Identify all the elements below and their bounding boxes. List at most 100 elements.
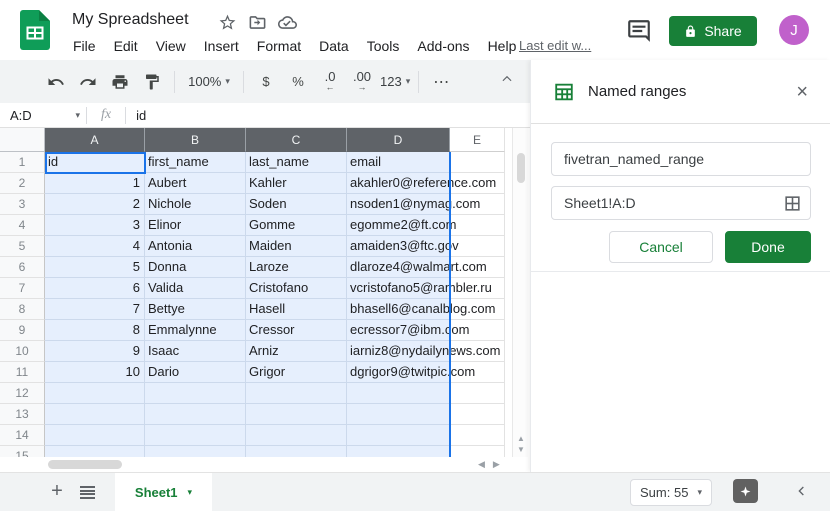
cell-D6[interactable]: dlaroze4@walmart.com [347, 257, 450, 278]
cell-D1[interactable]: email [347, 152, 450, 173]
redo-button[interactable] [74, 68, 102, 96]
cell-D15[interactable] [347, 446, 450, 457]
cell-D13[interactable] [347, 404, 450, 425]
range-name-input[interactable] [551, 142, 811, 176]
collapse-toolbar-button[interactable] [500, 72, 520, 92]
share-button[interactable]: Share [669, 16, 757, 46]
row-header-9[interactable]: 9 [0, 320, 45, 341]
star-icon[interactable] [218, 13, 237, 32]
sum-summary-button[interactable]: Sum: 55 ▾ [630, 479, 712, 506]
explore-button[interactable] [733, 479, 758, 503]
cell-E12[interactable] [450, 383, 505, 404]
range-reference-input[interactable] [551, 186, 811, 220]
menu-format[interactable]: Format [248, 36, 310, 56]
cell-C9[interactable]: Cressor [246, 320, 347, 341]
cell-C6[interactable]: Laroze [246, 257, 347, 278]
number-format-button[interactable]: 123▾ [380, 68, 410, 96]
row-header-7[interactable]: 7 [0, 278, 45, 299]
cell-C14[interactable] [246, 425, 347, 446]
vertical-scrollbar-thumb[interactable] [517, 153, 525, 183]
cell-B10[interactable]: Isaac [145, 341, 246, 362]
cell-C10[interactable]: Arniz [246, 341, 347, 362]
select-data-range-button[interactable] [783, 194, 803, 214]
cell-D11[interactable]: dgrigor9@twitpic.com [347, 362, 450, 383]
more-toolbar-button[interactable]: ⋯ [427, 68, 455, 96]
move-to-folder-icon[interactable] [248, 13, 267, 32]
column-header-a[interactable]: A [45, 128, 145, 152]
cell-C11[interactable]: Grigor [246, 362, 347, 383]
row-header-8[interactable]: 8 [0, 299, 45, 320]
cell-E3[interactable] [450, 194, 505, 215]
cell-E7[interactable] [450, 278, 505, 299]
row-header-2[interactable]: 2 [0, 173, 45, 194]
cell-E1[interactable] [450, 152, 505, 173]
sheets-logo-icon[interactable] [20, 10, 50, 50]
cell-C8[interactable]: Hasell [246, 299, 347, 320]
cell-B15[interactable] [145, 446, 246, 457]
column-header-e[interactable]: E [450, 128, 505, 152]
cell-B9[interactable]: Emmalynne [145, 320, 246, 341]
cell-A4[interactable]: 3 [45, 215, 145, 236]
column-header-c[interactable]: C [246, 128, 347, 152]
cell-D8[interactable]: bhasell6@canalblog.com [347, 299, 450, 320]
row-header-15[interactable]: 15 [0, 446, 45, 457]
vertical-scroll-arrows[interactable]: ▲▼ [513, 433, 529, 455]
cell-B3[interactable]: Nichole [145, 194, 246, 215]
menu-view[interactable]: View [147, 36, 195, 56]
name-box[interactable]: A:D ▾ [0, 108, 86, 123]
cell-E8[interactable] [450, 299, 505, 320]
row-header-5[interactable]: 5 [0, 236, 45, 257]
cell-C12[interactable] [246, 383, 347, 404]
cell-B8[interactable]: Bettye [145, 299, 246, 320]
cell-A15[interactable] [45, 446, 145, 457]
cell-D3[interactable]: nsoden1@nymag.com [347, 194, 450, 215]
row-header-12[interactable]: 12 [0, 383, 45, 404]
row-header-14[interactable]: 14 [0, 425, 45, 446]
cell-E15[interactable] [450, 446, 505, 457]
column-header-b[interactable]: B [145, 128, 246, 152]
sheet-tab[interactable]: Sheet1 ▾ [115, 473, 212, 511]
formula-input[interactable]: id [126, 108, 530, 123]
cell-C1[interactable]: last_name [246, 152, 347, 173]
cell-B7[interactable]: Valida [145, 278, 246, 299]
collapse-panel-button[interactable] [794, 483, 812, 501]
cell-E6[interactable] [450, 257, 505, 278]
menu-data[interactable]: Data [310, 36, 358, 56]
cloud-saved-icon[interactable] [278, 13, 297, 32]
horizontal-scrollbar[interactable]: ◀▶ [0, 457, 530, 472]
cell-A7[interactable]: 6 [45, 278, 145, 299]
cell-D9[interactable]: ecressor7@ibm.com [347, 320, 450, 341]
add-sheet-button[interactable]: + [46, 480, 68, 503]
menu-file[interactable]: File [64, 36, 105, 56]
cell-C4[interactable]: Gomme [246, 215, 347, 236]
cell-B4[interactable]: Elinor [145, 215, 246, 236]
undo-button[interactable] [42, 68, 70, 96]
menu-tools[interactable]: Tools [358, 36, 409, 56]
cell-A3[interactable]: 2 [45, 194, 145, 215]
menu-edit[interactable]: Edit [105, 36, 147, 56]
all-sheets-menu-button[interactable] [80, 486, 95, 498]
close-icon[interactable]: × [792, 80, 812, 104]
cell-D12[interactable] [347, 383, 450, 404]
vertical-scrollbar[interactable]: ▲▼ [512, 128, 528, 457]
row-header-11[interactable]: 11 [0, 362, 45, 383]
cell-D5[interactable]: amaiden3@ftc.gov [347, 236, 450, 257]
horizontal-scrollbar-thumb[interactable] [48, 460, 122, 469]
row-header-3[interactable]: 3 [0, 194, 45, 215]
cell-B1[interactable]: first_name [145, 152, 246, 173]
cell-C5[interactable]: Maiden [246, 236, 347, 257]
menu-insert[interactable]: Insert [195, 36, 248, 56]
zoom-select[interactable]: 100%▾ [183, 68, 235, 96]
cell-E11[interactable] [450, 362, 505, 383]
menu-add-ons[interactable]: Add-ons [408, 36, 478, 56]
cell-A1[interactable]: id [45, 152, 145, 173]
row-header-1[interactable]: 1 [0, 152, 45, 173]
done-button[interactable]: Done [725, 231, 811, 263]
cell-E13[interactable] [450, 404, 505, 425]
cell-C15[interactable] [246, 446, 347, 457]
cell-B6[interactable]: Donna [145, 257, 246, 278]
document-title[interactable]: My Spreadsheet [72, 11, 189, 29]
cell-E2[interactable] [450, 173, 505, 194]
cell-E5[interactable] [450, 236, 505, 257]
cell-D7[interactable]: vcristofano5@rambler.ru [347, 278, 450, 299]
